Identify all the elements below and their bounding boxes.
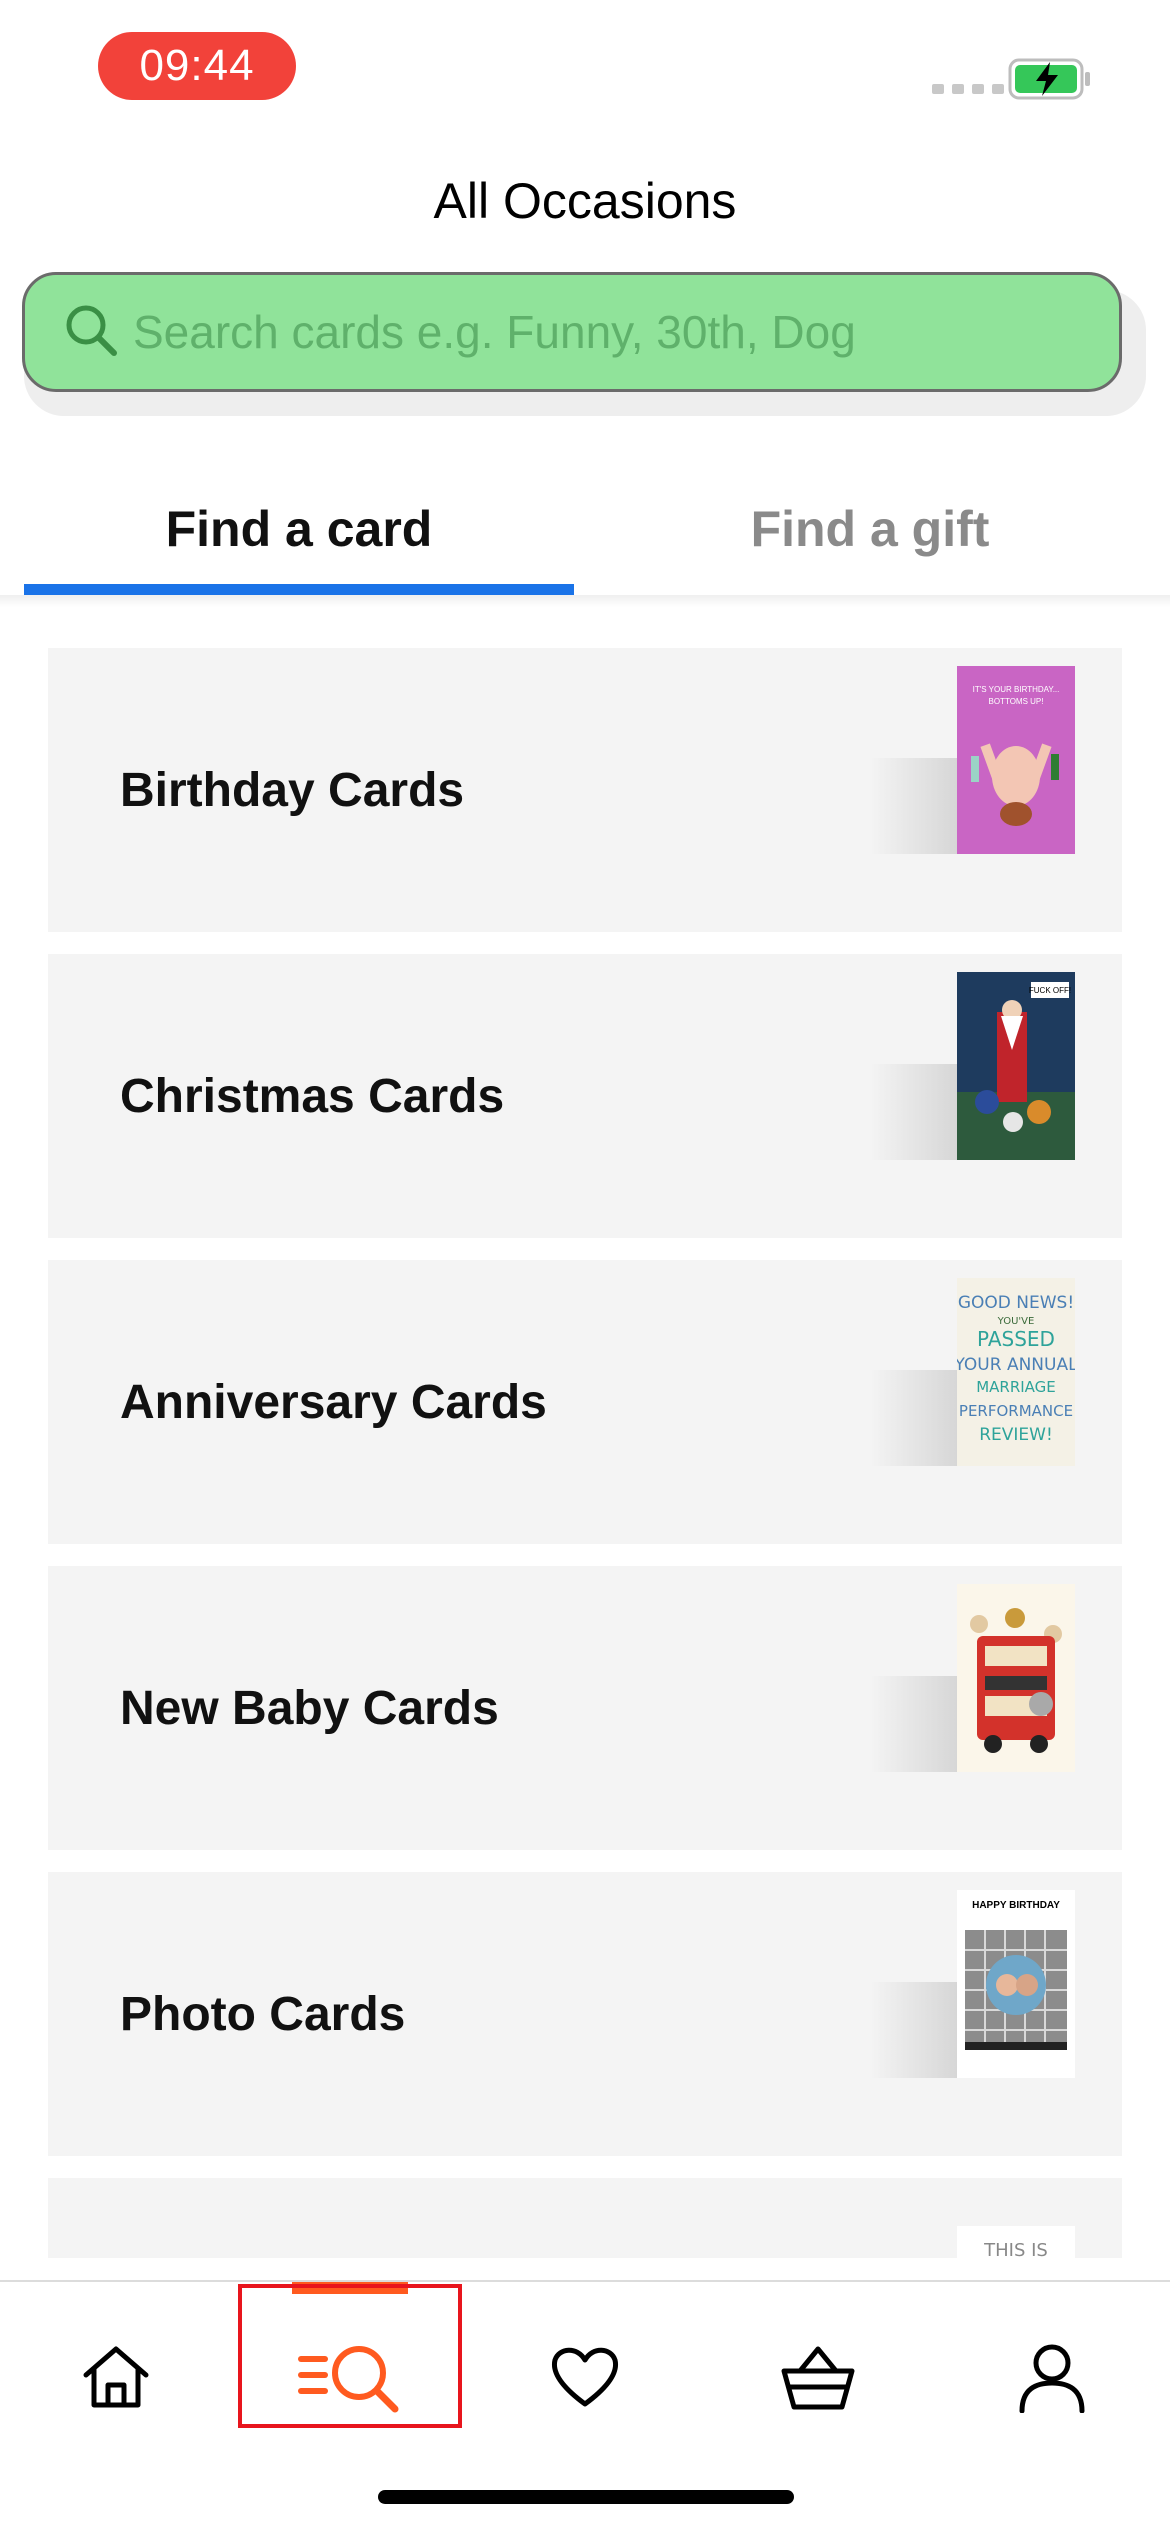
photo-card-thumbnail: HAPPY BIRTHDAY bbox=[957, 1890, 1075, 2078]
anniversary-card-thumbnail: GOOD NEWS! YOU'VE PASSED YOUR ANNUAL MAR… bbox=[957, 1278, 1075, 1466]
category-birthday-cards[interactable]: Birthday Cards IT'S YOUR BIRTHDAY... BOT… bbox=[48, 648, 1122, 932]
search-icon bbox=[25, 302, 119, 363]
tab-divider bbox=[0, 595, 1170, 607]
search-input[interactable]: Search cards e.g. Funny, 30th, Dog bbox=[22, 272, 1122, 392]
category-label: Photo Cards bbox=[120, 1987, 406, 2041]
page-title: All Occasions bbox=[433, 173, 737, 229]
card-shadow bbox=[870, 758, 960, 854]
svg-text:GOOD NEWS!: GOOD NEWS! bbox=[958, 1293, 1074, 1313]
card-shadow bbox=[870, 1370, 960, 1466]
svg-text:PASSED: PASSED bbox=[977, 1327, 1055, 1351]
category-christmas-cards[interactable]: Christmas Cards FUCK OFF! bbox=[48, 954, 1122, 1238]
svg-text:FUCK OFF!: FUCK OFF! bbox=[1029, 986, 1071, 995]
category-label: Birthday Cards bbox=[120, 763, 465, 817]
svg-text:REVIEW!: REVIEW! bbox=[979, 1425, 1053, 1445]
svg-text:MARRIAGE: MARRIAGE bbox=[976, 1378, 1056, 1396]
category-new-baby-cards[interactable]: New Baby Cards bbox=[48, 1566, 1122, 1850]
card-thumbnail: THIS IS GOING bbox=[957, 2226, 1075, 2258]
svg-text:THIS IS: THIS IS bbox=[983, 2240, 1048, 2258]
card-shadow bbox=[870, 1676, 960, 1772]
card-shadow bbox=[870, 1982, 960, 2078]
home-icon[interactable] bbox=[56, 2322, 176, 2432]
category-label: New Baby Cards bbox=[120, 1681, 499, 1735]
new-baby-card-thumbnail bbox=[957, 1584, 1075, 1772]
search-placeholder: Search cards e.g. Funny, 30th, Dog bbox=[133, 306, 856, 358]
heart-icon[interactable] bbox=[525, 2322, 645, 2432]
account-icon[interactable] bbox=[992, 2322, 1112, 2432]
status-time: 09:44 bbox=[98, 32, 296, 100]
tab-selected-indicator bbox=[24, 584, 574, 595]
birthday-card-thumbnail: IT'S YOUR BIRTHDAY... BOTTOMS UP! bbox=[957, 666, 1075, 854]
signal-icon bbox=[932, 84, 1004, 94]
category-photo-cards[interactable]: Photo Cards HAPPY BIRTHDAY bbox=[48, 1872, 1122, 2156]
svg-text:PERFORMANCE: PERFORMANCE bbox=[959, 1402, 1073, 1420]
christmas-card-thumbnail: FUCK OFF! bbox=[957, 972, 1075, 1160]
basket-icon[interactable] bbox=[758, 2322, 878, 2432]
battery-charging-icon bbox=[1008, 58, 1092, 105]
home-indicator[interactable] bbox=[378, 2490, 794, 2504]
selection-highlight bbox=[238, 2284, 462, 2428]
card-shadow bbox=[870, 1064, 960, 1160]
category-label: Anniversary Cards bbox=[120, 1375, 547, 1429]
category-list[interactable]: Birthday Cards IT'S YOUR BIRTHDAY... BOT… bbox=[48, 648, 1122, 2258]
svg-text:BOTTOMS UP!: BOTTOMS UP! bbox=[989, 697, 1044, 706]
category-anniversary-cards[interactable]: Anniversary Cards GOOD NEWS! YOU'VE PASS… bbox=[48, 1260, 1122, 1544]
svg-text:YOUR ANNUAL: YOUR ANNUAL bbox=[957, 1355, 1075, 1375]
tab-find-a-card[interactable]: Find a card bbox=[14, 500, 584, 558]
category-label: Christmas Cards bbox=[120, 1069, 505, 1123]
svg-text:YOU'VE: YOU'VE bbox=[997, 1316, 1035, 1327]
svg-text:IT'S YOUR BIRTHDAY...: IT'S YOUR BIRTHDAY... bbox=[973, 685, 1060, 694]
svg-text:HAPPY BIRTHDAY: HAPPY BIRTHDAY bbox=[972, 1900, 1060, 1911]
tab-find-a-gift[interactable]: Find a gift bbox=[585, 500, 1155, 558]
category-item-partial[interactable]: THIS IS GOING bbox=[48, 2178, 1122, 2258]
